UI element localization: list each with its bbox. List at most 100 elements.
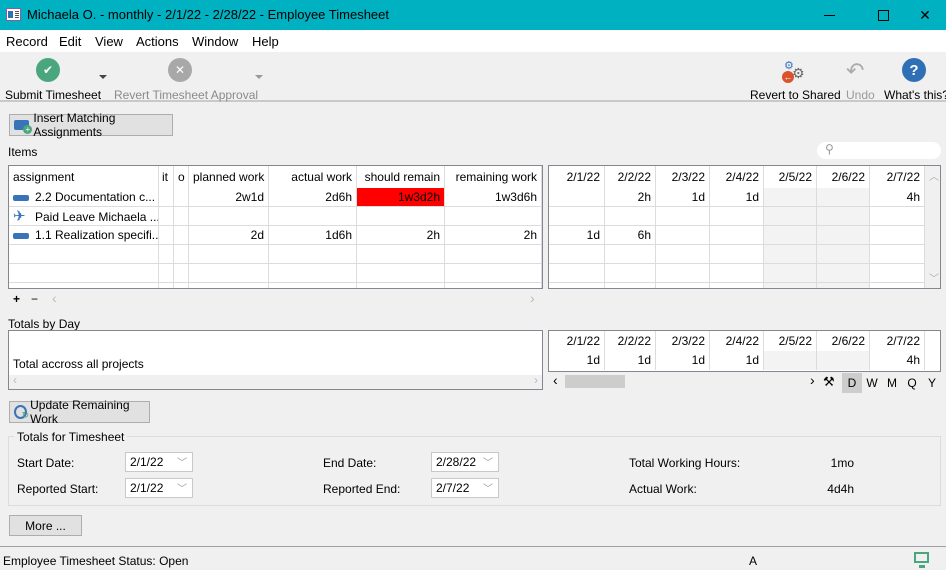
table-cell[interactable] [445, 264, 542, 283]
table-cell[interactable] [269, 207, 357, 226]
update-remaining-work-button[interactable]: ↻ Update Remaining Work [9, 398, 150, 426]
day-cell[interactable] [764, 188, 817, 207]
table-cell[interactable] [445, 245, 542, 264]
day-cell[interactable] [605, 283, 656, 288]
table-cell[interactable] [445, 283, 542, 288]
table-cell[interactable]: 1.1 Realization specifi... [9, 226, 159, 245]
table-cell[interactable] [189, 207, 269, 226]
day-cell[interactable] [549, 283, 605, 288]
day-cell[interactable] [870, 226, 925, 245]
day-cell[interactable] [710, 245, 764, 264]
column-header-assignment[interactable]: assignment [9, 166, 159, 188]
day-column-header[interactable]: 2/5/22 [764, 166, 817, 188]
search-input[interactable]: ⚲ [817, 142, 941, 159]
table-cell[interactable] [159, 283, 174, 288]
table-cell[interactable] [269, 283, 357, 288]
whats-this-button[interactable]: ? What's this? [882, 56, 946, 102]
scroll-right-button[interactable]: › [530, 290, 535, 306]
day-cell[interactable] [605, 207, 656, 226]
day-cell[interactable] [870, 283, 925, 288]
table-cell[interactable] [357, 264, 445, 283]
day-cell[interactable] [710, 283, 764, 288]
table-cell[interactable] [189, 283, 269, 288]
table-cell[interactable] [174, 226, 189, 245]
table-cell[interactable] [189, 245, 269, 264]
scale-button-q[interactable]: Q [902, 373, 922, 393]
menu-actions[interactable]: Actions [136, 34, 179, 49]
day-cell[interactable] [656, 283, 710, 288]
table-cell[interactable] [269, 264, 357, 283]
day-scroll-thumb[interactable] [565, 375, 625, 388]
day-cell[interactable]: 1d [656, 188, 710, 207]
day-cell[interactable] [764, 245, 817, 264]
day-scroll-right-button[interactable]: › [810, 372, 815, 388]
scale-button-y[interactable]: Y [922, 373, 942, 393]
table-cell[interactable] [357, 207, 445, 226]
insert-matching-assignments-button[interactable]: + Insert Matching Assignments [9, 111, 173, 139]
menu-help[interactable]: Help [252, 34, 279, 49]
table-cell[interactable] [174, 207, 189, 226]
day-cell[interactable] [817, 188, 870, 207]
table-cell[interactable] [159, 245, 174, 264]
column-header-should-remain[interactable]: should remain [357, 166, 445, 188]
day-cell[interactable] [870, 264, 925, 283]
vertical-scrollbar[interactable]: ︿ ﹀ [925, 166, 940, 288]
day-cell[interactable] [549, 188, 605, 207]
day-cell[interactable] [817, 245, 870, 264]
table-cell[interactable] [159, 226, 174, 245]
day-cell[interactable] [549, 245, 605, 264]
day-column-header[interactable]: 2/3/22 [656, 166, 710, 188]
scale-button-w[interactable]: W [862, 373, 882, 393]
column-header-remaining-work[interactable]: remaining work [445, 166, 542, 188]
day-column-header[interactable]: 2/7/22 [870, 166, 925, 188]
column-header-it[interactable]: it [159, 166, 174, 188]
table-cell[interactable] [189, 264, 269, 283]
day-cell[interactable] [817, 207, 870, 226]
day-column-header[interactable]: 2/6/22 [817, 166, 870, 188]
menu-record[interactable]: Record [6, 34, 48, 49]
table-cell[interactable] [174, 188, 189, 207]
day-cell[interactable] [710, 264, 764, 283]
day-column-header[interactable]: 2/1/22 [549, 166, 605, 188]
day-cell[interactable] [656, 245, 710, 264]
menu-edit[interactable]: Edit [59, 34, 81, 49]
table-cell[interactable] [9, 245, 159, 264]
revert-dropdown-arrow[interactable] [255, 75, 263, 79]
day-cell[interactable] [710, 207, 764, 226]
table-cell[interactable] [9, 283, 159, 288]
day-scroll-left-button[interactable]: ‹ [553, 372, 558, 388]
day-cell[interactable] [549, 264, 605, 283]
table-cell[interactable] [174, 245, 189, 264]
day-cell[interactable] [764, 207, 817, 226]
day-cell[interactable] [870, 245, 925, 264]
add-row-button[interactable]: + [13, 292, 20, 306]
table-cell[interactable]: 2.2 Documentation c... [9, 188, 159, 207]
day-cell[interactable] [605, 264, 656, 283]
horizontal-scrollbar[interactable]: ‹ › [9, 373, 542, 389]
table-cell[interactable] [357, 283, 445, 288]
table-cell[interactable] [9, 264, 159, 283]
end-date-combo[interactable]: 2/28/22 ﹀ [431, 452, 499, 472]
minimize-button[interactable] [806, 0, 852, 30]
day-cell[interactable] [656, 207, 710, 226]
day-cell[interactable] [817, 226, 870, 245]
day-column-header[interactable]: 2/2/22 [605, 166, 656, 188]
table-cell[interactable]: 1w3d6h [445, 188, 542, 207]
start-date-combo[interactable]: 2/1/22 ﹀ [125, 452, 193, 472]
day-cell[interactable]: 1d [710, 188, 764, 207]
day-cell[interactable] [656, 226, 710, 245]
day-cell[interactable] [870, 207, 925, 226]
table-cell[interactable]: 2d [189, 226, 269, 245]
day-cell[interactable]: 2h [605, 188, 656, 207]
day-cell[interactable] [817, 283, 870, 288]
day-cell[interactable] [817, 264, 870, 283]
table-cell[interactable] [174, 264, 189, 283]
more-button[interactable]: More ... [9, 515, 82, 536]
table-cell[interactable]: 2h [445, 226, 542, 245]
table-cell[interactable] [269, 245, 357, 264]
day-cell[interactable] [764, 264, 817, 283]
day-cell[interactable]: 4h [870, 188, 925, 207]
day-cell[interactable] [605, 245, 656, 264]
close-button[interactable]: ✕ [904, 0, 946, 30]
menu-window[interactable]: Window [192, 34, 238, 49]
